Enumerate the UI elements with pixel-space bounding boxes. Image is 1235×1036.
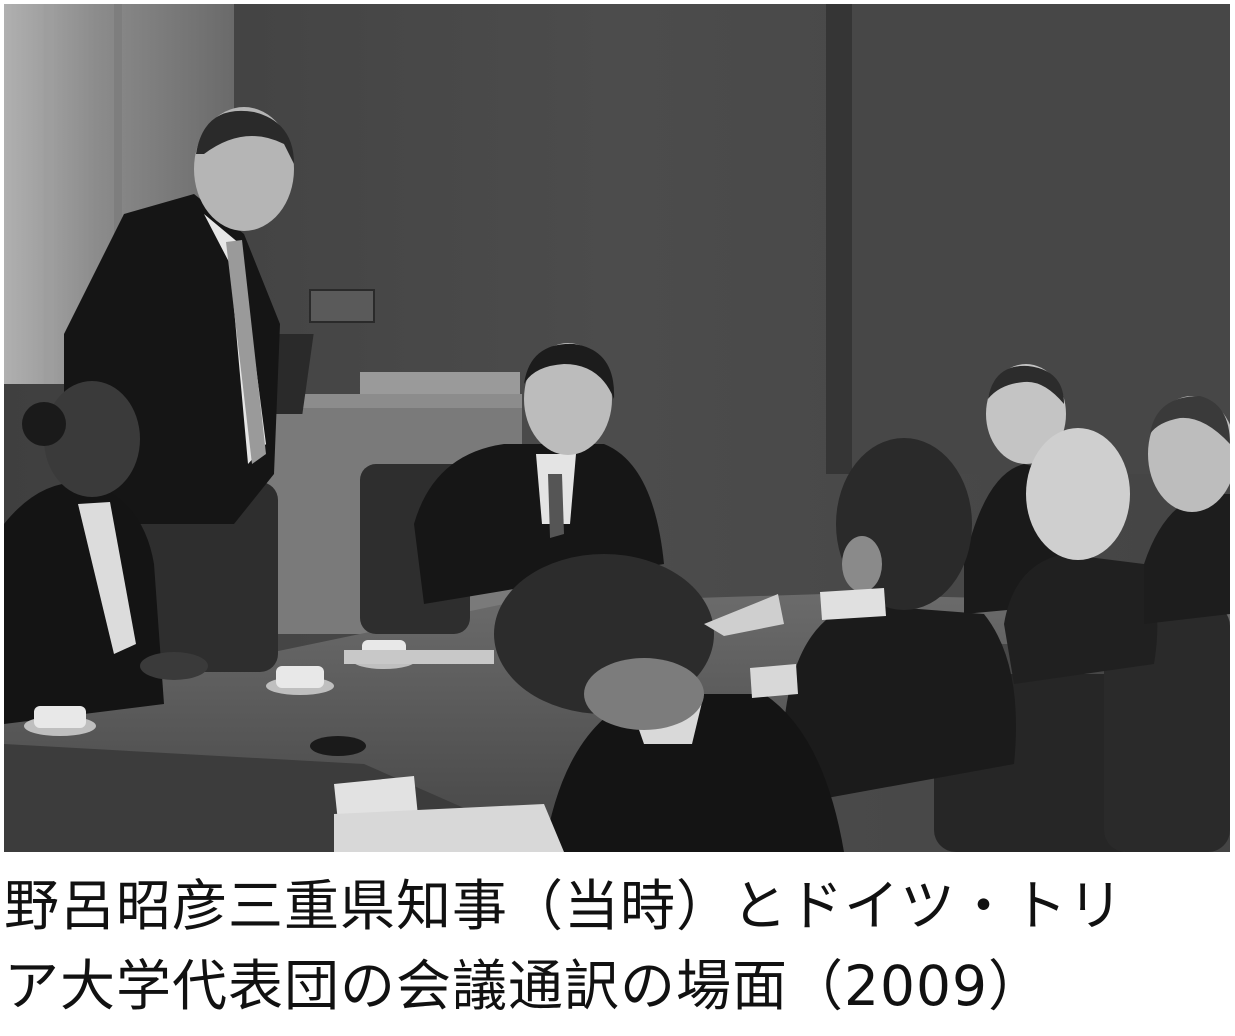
- meeting-photo-illustration: [4, 4, 1230, 852]
- curtain-fold: [44, 4, 54, 384]
- caption-line-1: 野呂昭彦三重県知事（当時）とドイツ・トリ: [4, 874, 1125, 938]
- caption-line-2: ア大学代表団の会議通訳の場面（2009）: [4, 954, 1044, 1018]
- podium-papers: [360, 372, 520, 394]
- teacup: [24, 706, 96, 736]
- photo-caption: 野呂昭彦三重県知事（当時）とドイツ・トリ ア大学代表団の会議通訳の場面（2009…: [4, 866, 1230, 1026]
- microphone: [310, 736, 366, 756]
- wall-switch-plate: [309, 289, 375, 323]
- name-card: [750, 664, 798, 698]
- document: [344, 650, 494, 664]
- wall-panel-seam: [826, 4, 852, 474]
- name-card: [820, 588, 886, 620]
- meeting-photo: [4, 4, 1230, 852]
